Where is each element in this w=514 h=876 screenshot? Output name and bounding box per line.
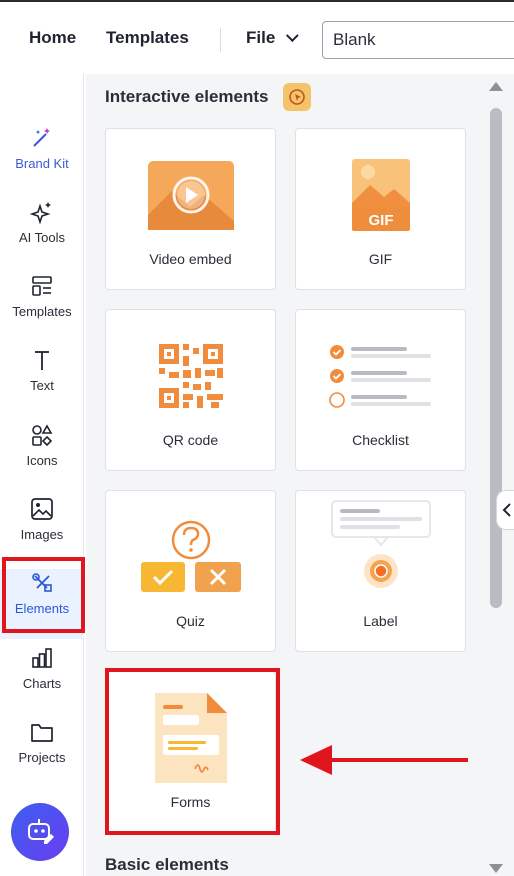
card-label-element[interactable]: Label <box>295 490 466 652</box>
image-icon <box>31 498 53 520</box>
rail-label: Charts <box>22 676 62 691</box>
quiz-illustration <box>106 509 275 604</box>
rail-label: Templates <box>12 304 72 319</box>
magic-wand-icon <box>33 128 50 147</box>
highlight-box-elements <box>2 557 85 633</box>
folder-icon <box>31 724 53 742</box>
rail-label: Brand Kit <box>15 156 69 171</box>
interactive-badge <box>283 83 311 111</box>
text-icon <box>35 351 49 370</box>
rail-item-ai-tools[interactable]: AI Tools <box>0 198 84 268</box>
section-title-interactive: Interactive elements <box>105 87 269 106</box>
chevron-left-icon <box>502 503 511 517</box>
sparkle-icon <box>30 202 51 225</box>
card-label: Label <box>363 613 398 629</box>
card-label: GIF <box>368 251 393 267</box>
file-label: File <box>246 28 276 47</box>
scroll-down-arrow[interactable] <box>489 864 503 873</box>
divider <box>220 28 221 52</box>
card-label: Video embed <box>149 251 232 267</box>
pointer-arrow <box>300 745 468 775</box>
rail-label: AI Tools <box>18 230 65 245</box>
card-quiz[interactable]: Quiz <box>105 490 276 652</box>
rail-item-charts[interactable]: Charts <box>0 644 84 714</box>
rail-label: Projects <box>18 750 66 765</box>
nav-templates[interactable]: Templates <box>106 28 189 48</box>
left-rail: Brand Kit AI Tools Templates Text Icons … <box>0 74 84 876</box>
section-title-basic: Basic elements <box>105 855 229 874</box>
rail-label: Text <box>30 378 54 393</box>
card-label: Quiz <box>176 613 205 629</box>
highlight-box-forms <box>105 668 280 835</box>
document-title-input[interactable] <box>322 21 514 59</box>
rail-item-projects[interactable]: Projects <box>0 718 84 788</box>
top-bar: Home Templates File <box>0 0 514 74</box>
rail-label: Images <box>20 527 64 542</box>
rail-item-icons[interactable]: Icons <box>0 421 84 491</box>
rail-item-brand-kit[interactable]: Brand Kit <box>0 124 84 194</box>
chevron-down-icon <box>286 29 299 43</box>
shapes-icon <box>32 424 53 447</box>
collapse-panel-button[interactable] <box>496 490 514 530</box>
video-embed-illustration <box>106 147 275 242</box>
scrollbar-thumb[interactable] <box>490 108 502 608</box>
svg-text:GIF: GIF <box>368 212 393 229</box>
rail-item-text[interactable]: Text <box>0 346 84 416</box>
checklist-illustration <box>296 328 465 423</box>
nav-home[interactable]: Home <box>29 28 76 48</box>
rail-label: Icons <box>26 453 58 468</box>
scroll-up-arrow[interactable] <box>489 82 503 91</box>
card-label: QR code <box>162 432 219 448</box>
rail-item-templates[interactable]: Templates <box>0 272 84 342</box>
chart-icon <box>32 648 52 668</box>
rail-item-images[interactable]: Images <box>0 495 84 565</box>
card-label: Checklist <box>352 432 409 448</box>
card-gif[interactable]: GIF GIF <box>295 128 466 290</box>
card-video-embed[interactable]: Video embed <box>105 128 276 290</box>
ai-assistant-button[interactable] <box>11 803 69 861</box>
robot-icon <box>28 819 54 844</box>
gif-illustration: GIF <box>296 147 465 242</box>
templates-icon <box>32 276 52 296</box>
label-illustration <box>296 497 465 592</box>
nav-file-menu[interactable]: File <box>246 28 299 48</box>
cursor-click-icon <box>289 89 305 105</box>
card-checklist[interactable]: Checklist <box>295 309 466 471</box>
card-qr-code[interactable]: QR code <box>105 309 276 471</box>
qr-code-illustration <box>106 328 275 423</box>
